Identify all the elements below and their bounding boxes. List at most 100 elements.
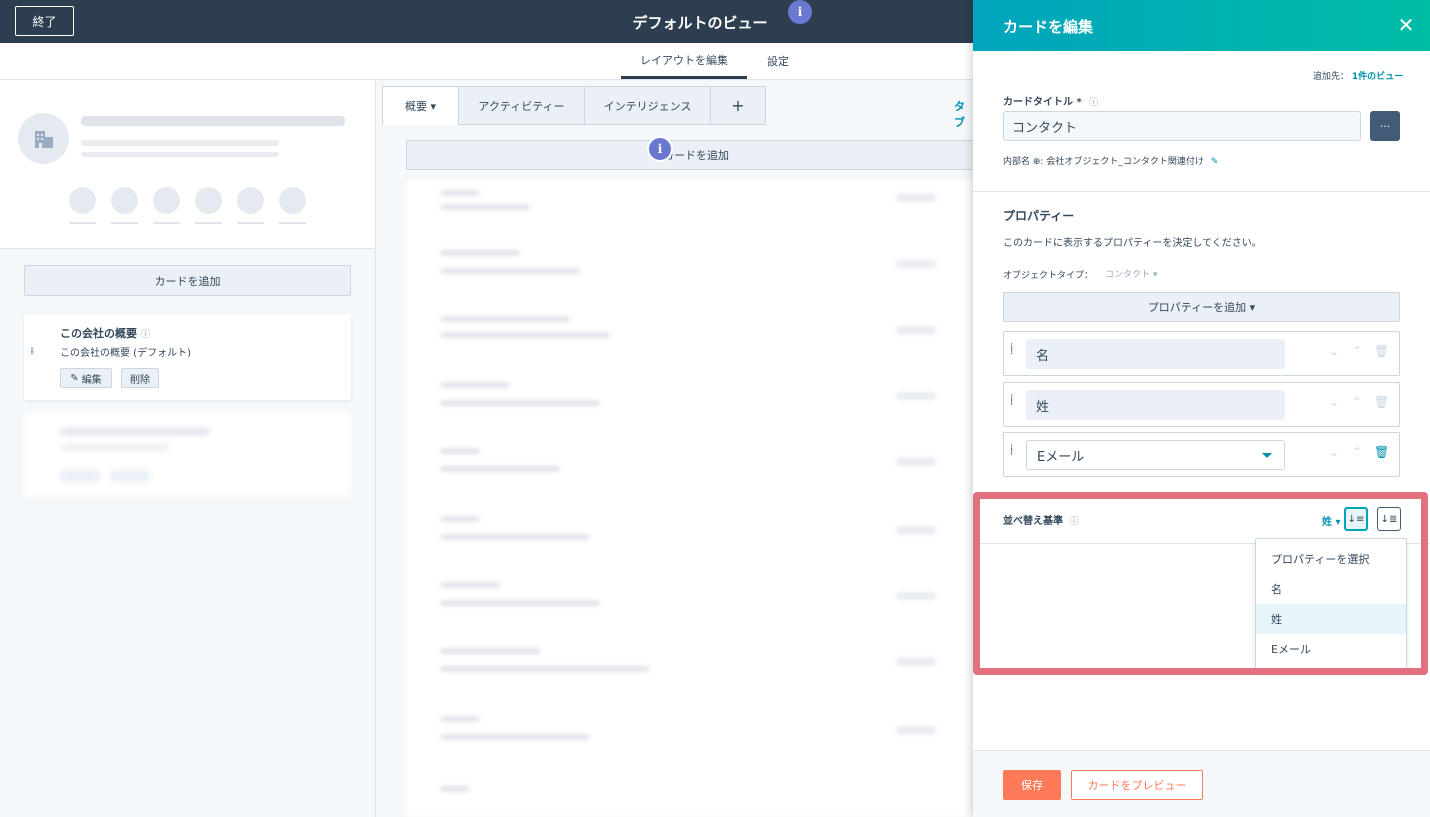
property-row: ⁞ ⁞ 姓 ⌄ ⌃ 🗑 <box>1003 382 1400 427</box>
skeleton-line <box>896 726 936 734</box>
edit-card-panel: カードを編集 ✕ 追加先： 1件のビュー カードタイトル * ⓘ ··· 内部名… <box>973 0 1430 817</box>
close-icon[interactable]: ✕ <box>1393 12 1419 38</box>
exit-button[interactable]: 終了 <box>15 6 74 36</box>
skeleton-line <box>440 466 560 472</box>
skeleton-line <box>440 534 590 540</box>
info-icon[interactable]: i <box>647 136 673 162</box>
skeleton-line <box>440 190 480 196</box>
info-icon: ⓘ <box>1089 98 1099 108</box>
skeleton-line <box>195 222 222 224</box>
skeleton-line <box>81 140 279 146</box>
skeleton-line <box>440 716 480 722</box>
skeleton-line <box>440 382 510 388</box>
panel-title: カードを編集 <box>1003 18 1094 36</box>
skeleton-line <box>69 222 96 224</box>
pencil-icon[interactable]: ✎ <box>1211 157 1219 167</box>
tab-settings-link[interactable]: タブ <box>954 98 973 130</box>
drag-handle-icon[interactable]: ⁞⁞ <box>1010 343 1013 357</box>
chevron-up-icon[interactable]: ⌃ <box>1352 344 1362 358</box>
info-icon[interactable]: i <box>788 0 812 24</box>
more-options-button[interactable]: ··· <box>1370 111 1400 141</box>
tab-intelligence[interactable]: インテリジェンス <box>585 86 711 125</box>
skeleton-line <box>896 194 936 202</box>
skeleton-line <box>440 400 600 406</box>
chevron-up-icon[interactable]: ⌃ <box>1352 395 1362 409</box>
object-type-label: オブジェクトタイプ： <box>1003 271 1094 281</box>
add-tab-button[interactable]: + <box>711 86 766 125</box>
skeleton-action <box>237 187 264 214</box>
highlight-frame <box>973 492 1428 675</box>
skeleton-line <box>896 326 936 334</box>
tab-activity[interactable]: アクティビティー <box>459 86 585 125</box>
skeleton-line <box>440 582 500 588</box>
property-row: ⁞ ⁞ Eメール ⌄ ⌃ 🗑 <box>1003 432 1400 477</box>
company-overview-card: ⁞⁞ この会社の概要 ⓘ この会社の概要 (デフォルト) ✎ 編集 削除 <box>24 314 351 400</box>
skeleton-line <box>896 658 936 666</box>
tab-settings[interactable]: 設定 <box>752 43 804 79</box>
content-tabs: 概要 ▾ アクティビティー インテリジェンス + <box>382 86 766 125</box>
card-title-input[interactable] <box>1003 111 1361 141</box>
skeleton-line <box>440 448 480 454</box>
skeleton-line <box>440 734 590 740</box>
skeleton-action <box>111 187 138 214</box>
skeleton-line <box>60 470 100 482</box>
preview-card-button[interactable]: カードをプレビュー <box>1071 770 1203 800</box>
add-card-button[interactable]: カードを追加 <box>406 140 986 170</box>
trash-icon[interactable]: 🗑 <box>1374 395 1389 409</box>
properties-description: このカードに表示するプロパティーを決定してください。 <box>1003 238 1262 249</box>
trash-icon[interactable]: 🗑 <box>1374 445 1389 459</box>
object-type-select[interactable]: コンタクト ▾ <box>1105 267 1157 280</box>
edit-button[interactable]: ✎ 編集 <box>60 368 112 388</box>
main-content: 概要 ▾ アクティビティー インテリジェンス + タブ カードを追加 <box>376 80 986 817</box>
card-subtitle: この会社の概要 (デフォルト) <box>60 348 191 359</box>
add-property-button[interactable]: プロパティーを追加 ▾ <box>1003 292 1400 322</box>
add-to-info: 追加先： 1件のビュー <box>1313 69 1403 82</box>
skeleton-action <box>153 187 180 214</box>
skeleton-line <box>440 786 470 792</box>
skeleton-line <box>440 666 650 672</box>
add-card-button[interactable]: カードを追加 <box>24 265 351 296</box>
skeleton-line <box>60 444 170 450</box>
card-title: この会社の概要 ⓘ <box>60 327 150 340</box>
skeleton-line <box>81 116 345 126</box>
chevron-up-icon[interactable]: ⌃ <box>1352 445 1362 459</box>
divider <box>973 191 1430 192</box>
left-sidebar: カードを追加 ⁞⁞ この会社の概要 ⓘ この会社の概要 (デフォルト) ✎ 編集 … <box>0 80 376 817</box>
drag-handle-icon[interactable]: ⁞⁞ <box>1010 444 1013 458</box>
properties-title: プロパティー <box>1003 209 1075 223</box>
chevron-down-icon[interactable]: ⌄ <box>1329 395 1339 409</box>
panel-footer: 保存 カードをプレビュー <box>973 750 1430 817</box>
tab-overview[interactable]: 概要 ▾ <box>382 86 459 125</box>
trash-icon[interactable]: 🗑 <box>1374 344 1389 358</box>
panel-header: カードを編集 ✕ <box>973 0 1430 51</box>
property-field: 名 <box>1026 339 1285 369</box>
drag-handle-icon[interactable]: ⁞⁞ <box>30 347 35 357</box>
skeleton-line <box>440 600 600 606</box>
skeleton-line <box>81 152 279 157</box>
skeleton-line <box>896 592 936 600</box>
skeleton-action <box>69 187 96 214</box>
skeleton-line <box>237 222 264 224</box>
skeleton-line <box>279 222 306 224</box>
delete-button[interactable]: 削除 <box>121 368 159 388</box>
tab-edit-layout[interactable]: レイアウトを編集 <box>621 43 747 79</box>
skeleton-line <box>110 470 150 482</box>
skeleton-line <box>440 516 480 522</box>
save-button[interactable]: 保存 <box>1003 770 1061 800</box>
views-link[interactable]: 1件のビュー <box>1352 72 1403 82</box>
card-title-label: カードタイトル * ⓘ <box>1003 97 1099 108</box>
skeleton-line <box>896 260 936 268</box>
skeleton-action <box>279 187 306 214</box>
property-row: ⁞ ⁞ 名 ⌄ ⌃ 🗑 <box>1003 331 1400 376</box>
add-to-label: 追加先： <box>1313 72 1350 82</box>
skeleton-line <box>440 332 610 338</box>
skeleton-line <box>896 392 936 400</box>
blurred-preview <box>406 180 973 817</box>
drag-handle-icon[interactable]: ⁞⁞ <box>1010 394 1013 408</box>
profile-card-placeholder <box>0 80 375 249</box>
info-icon: ⓘ <box>140 330 150 340</box>
skeleton-line <box>440 250 520 256</box>
chevron-down-icon[interactable]: ⌄ <box>1329 445 1339 459</box>
chevron-down-icon[interactable]: ⌄ <box>1329 344 1339 358</box>
property-select[interactable]: Eメール <box>1026 440 1285 470</box>
